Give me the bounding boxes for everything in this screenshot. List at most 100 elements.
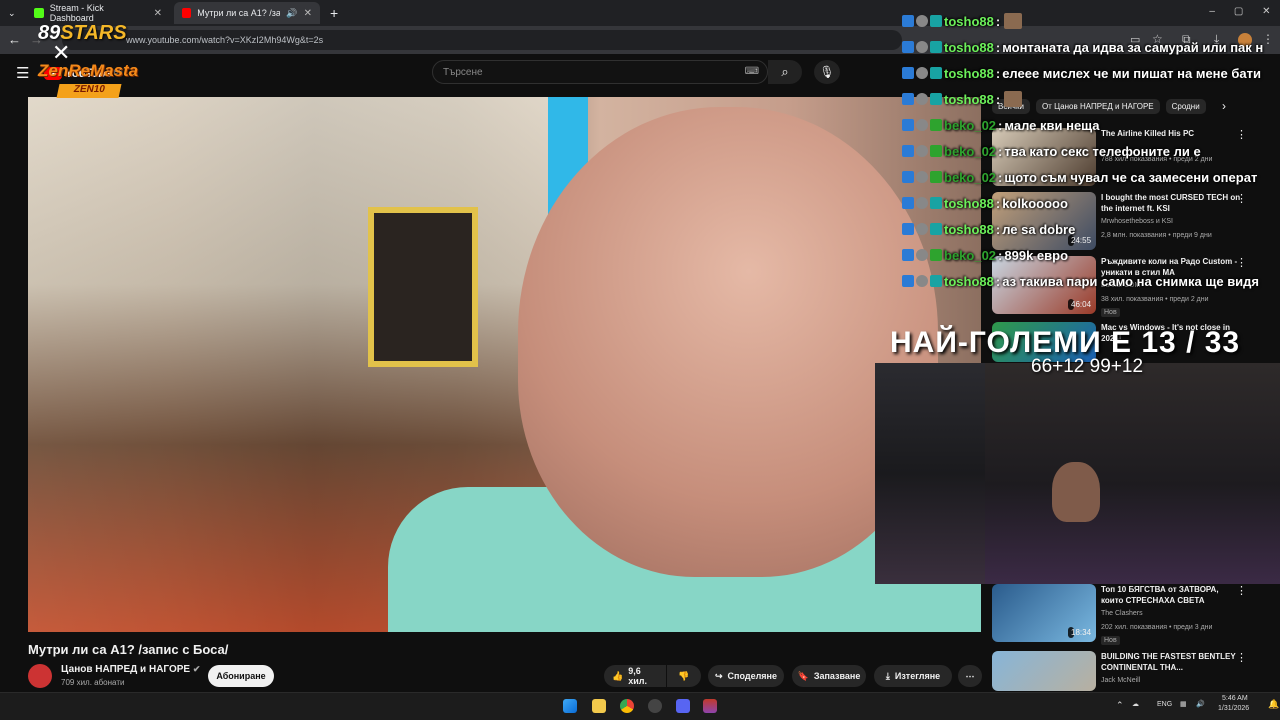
chat-text: мале кви неща [1004,117,1100,133]
close-icon[interactable]: ✕ [304,8,312,19]
chat-text: монтаната да идва за самурай или пак н [1002,39,1264,55]
verified-badge-icon [902,93,914,105]
chat-separator: : [998,247,1003,263]
subscriber-badge-icon [916,249,928,261]
chat-text: ле sa dobre [1002,221,1076,237]
recommendation-title[interactable]: Топ 10 БЯГСТВА от ЗАТВОРА, които СТРЕСНА… [1101,584,1241,606]
chat-username: tosho88 [944,39,994,55]
search-input[interactable]: Търсене ⌨ [432,60,768,84]
channel-name[interactable]: Цанов НАПРЕД и НАГОРЕ ✔ [61,664,200,675]
recommendation-item[interactable]: BUILDING THE FASTEST BENTLEY CONTINENTAL… [992,651,1280,691]
verified-badge-icon [902,223,914,235]
channel-avatar[interactable] [28,664,52,688]
tray-chevron-icon[interactable]: ⌃ [1116,700,1124,711]
subscriber-count: 709 хил. абонати [61,678,125,687]
notification-icon[interactable]: 🔔 [1268,699,1279,710]
more-vert-icon[interactable]: ⋮ [1236,651,1247,664]
tab-youtube-video[interactable]: Мутри ли са А1? /запис с Б 🔊 ✕ [174,2,320,24]
goal-counter: НАЙ-ГОЛЕМИ Е 13 / 33 [890,326,1241,359]
search-button[interactable]: ⌕ [768,60,802,84]
chat-message: beko_02 : мале кви неща [902,112,1280,138]
chrome-icon[interactable] [620,699,634,713]
more-vert-icon[interactable]: ⋮ [1236,584,1247,597]
download-button[interactable]: ⤓ Изтегляне [874,665,952,687]
voice-search-button[interactable]: 🎙 [814,60,840,84]
chat-username: tosho88 [944,221,994,237]
like-button[interactable]: 👍 9,6 хил. [604,665,666,687]
share-button[interactable]: ↪ Споделяне [708,665,784,687]
url-text: www.youtube.com/watch?v=XKzI2Mh94Wg&t=2s [126,35,324,45]
obs-icon[interactable] [648,699,662,713]
new-badge: Нов [1101,636,1120,645]
microphone-icon: 🎙 [819,65,835,79]
logo-name: ZenReMasta [38,61,139,80]
verified-badge-icon [902,67,914,79]
chat-username: tosho88 [944,273,994,289]
dislike-button[interactable]: 👎 [667,665,701,687]
bookmark-icon: 🔖 [797,670,809,681]
gift-badge-icon [930,171,942,183]
chat-username: beko_02 [944,143,997,159]
emote-icon [1004,13,1023,29]
onedrive-icon[interactable]: ☁ [1132,700,1139,708]
subscriber-badge-icon [916,93,928,105]
speaker-icon[interactable]: 🔊 [286,8,297,19]
language-indicator[interactable]: ENG [1157,701,1172,708]
gift-badge-icon [930,249,942,261]
address-bar[interactable]: www.youtube.com/watch?v=XKzI2Mh94Wg&t=2s [62,30,902,50]
keyboard-icon[interactable]: ⌨ [745,66,759,77]
close-icon[interactable]: ✕ [154,8,162,19]
chat-username: tosho88 [944,13,994,29]
volume-icon[interactable]: 🔊 [1196,700,1205,708]
more-actions-button[interactable]: ⋯ [958,665,982,687]
file-explorer-icon[interactable] [592,699,606,713]
back-icon[interactable]: ← [8,32,21,47]
chat-text: елеее мислех чe ми пишат на мене бати [1002,65,1261,81]
subscriber-badge-icon [916,223,928,235]
recommendation-title[interactable]: BUILDING THE FASTEST BENTLEY CONTINENTAL… [1101,651,1241,673]
tab-kick-dashboard[interactable]: Stream - Kick Dashboard ✕ [26,2,170,24]
chat-text: аз такива пари само на снимка ще видя [1002,273,1260,289]
recommendation-meta: 202 хил. показвания • преди 3 дни [1101,624,1213,631]
youtube-favicon-icon [182,8,192,18]
subscriber-badge-icon [916,15,928,27]
video-player[interactable] [28,97,981,632]
video-thumbnail[interactable]: 18:34 [992,584,1096,642]
recommendation-channel: The Clashers [1101,610,1143,617]
chat-message: beko_02 : тва като секс телефоните ли е [902,138,1280,164]
webcam-overlay [985,363,1280,584]
tab-list-button[interactable]: ⌄ [0,2,24,24]
clock-date[interactable]: 1/31/2026 [1218,705,1249,712]
emote-icon [1004,91,1023,107]
like-count: 9,6 хил. [628,666,647,686]
chat-text: 899k евро [1004,247,1069,263]
winrar-icon[interactable] [703,699,717,713]
save-button[interactable]: 🔖 Запазване [792,665,866,687]
clock-time[interactable]: 5:46 AM [1222,695,1248,702]
chat-separator: : [995,91,1001,107]
share-label: Споделяне [727,671,777,681]
chat-username: beko_02 [944,117,997,133]
download-icon: ⤓ [885,670,890,681]
chat-separator: : [995,273,1001,289]
hamburger-menu-icon[interactable]: ☰ [16,64,29,82]
channel-name-text: Цанов НАПРЕД и НАГОРЕ [61,664,191,675]
recommendation-item[interactable]: 18:34 Топ 10 БЯГСТВА от ЗАТВОРА, които С… [992,584,1280,645]
discord-icon[interactable] [676,699,690,713]
verified-badge-icon [902,145,914,157]
chat-separator: : [998,169,1003,185]
gift-badge-icon [930,197,942,209]
network-icon[interactable]: ▦ [1180,700,1187,708]
chat-message: tosho88 : ле sa dobre [902,216,1280,242]
subscriber-badge-icon [916,171,928,183]
new-tab-button[interactable]: + [322,2,342,24]
verified-badge-icon [902,41,914,53]
search-placeholder: Търсене [443,66,483,78]
windows-start-icon[interactable] [563,699,577,713]
chat-message: tosho88 : [902,86,1280,112]
chat-message: beko_02 : 899k евро [902,242,1280,268]
chat-message: tosho88 : kolkooooo [902,190,1280,216]
video-thumbnail[interactable] [992,651,1096,691]
chat-username: tosho88 [944,91,994,107]
subscribe-button[interactable]: Абониране [208,665,274,687]
